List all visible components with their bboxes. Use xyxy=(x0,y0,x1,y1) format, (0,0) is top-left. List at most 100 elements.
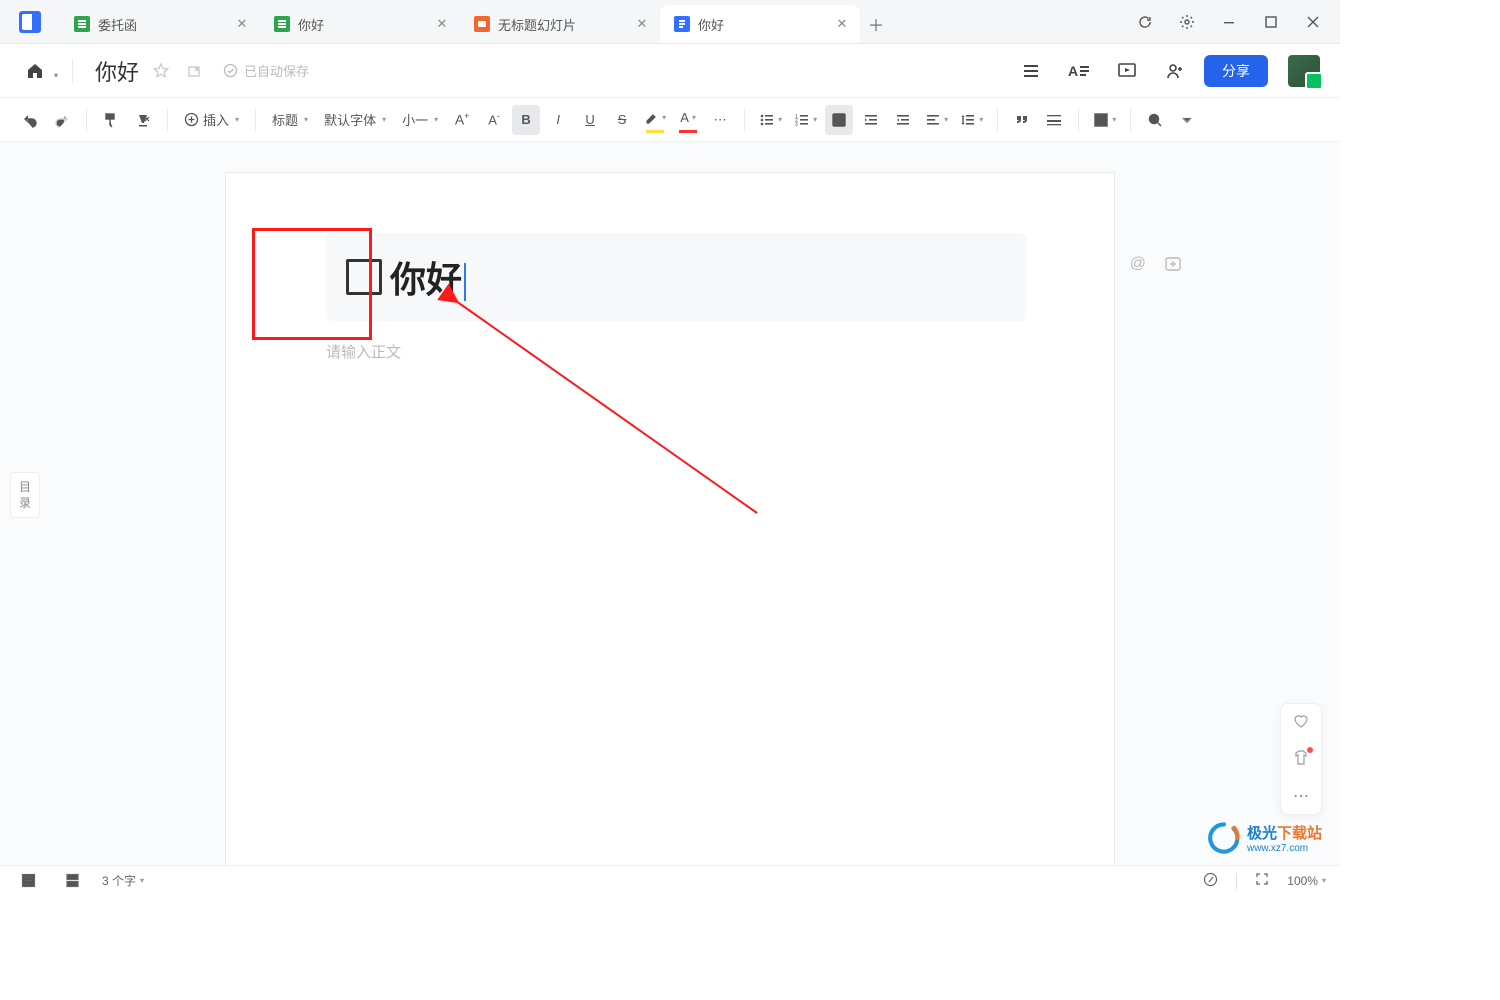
strikethrough-button[interactable]: S xyxy=(608,105,636,135)
outline-toggle[interactable] xyxy=(14,866,42,896)
text-cursor xyxy=(464,263,466,301)
presentation-icon[interactable] xyxy=(1108,52,1146,90)
fullscreen-icon[interactable] xyxy=(1255,872,1269,889)
divider xyxy=(1078,109,1079,131)
title-row[interactable]: 你好 xyxy=(326,233,1026,321)
star-icon[interactable] xyxy=(149,59,173,83)
minimize-icon[interactable] xyxy=(1212,7,1246,37)
tab-label: 无标题幻灯片 xyxy=(498,15,626,34)
highlight-swatch xyxy=(646,130,664,133)
close-icon[interactable]: ✕ xyxy=(834,16,850,32)
italic-button[interactable]: I xyxy=(544,105,572,135)
svg-text:3: 3 xyxy=(795,122,798,128)
more-format-button[interactable]: ⋯ xyxy=(706,105,734,135)
save-status: 已自动保存 xyxy=(223,61,309,80)
indent-button[interactable] xyxy=(889,105,917,135)
align-button[interactable] xyxy=(921,105,952,135)
fontsize-dropdown[interactable]: 小一 xyxy=(396,110,444,129)
toolbar: 插入 标题 默认字体 小一 A+ A- B I U S A ⋯ 123 xyxy=(0,98,1340,142)
divider xyxy=(167,109,168,131)
collapse-toolbar-button[interactable] xyxy=(1173,105,1201,135)
word-count[interactable]: 3 个字▾ xyxy=(102,872,144,889)
divider xyxy=(997,109,998,131)
move-icon[interactable] xyxy=(183,59,207,83)
page-mode-toggle[interactable] xyxy=(58,866,86,896)
user-avatar[interactable] xyxy=(1288,55,1320,87)
decrease-font-button[interactable]: A- xyxy=(480,105,508,135)
text-color-button[interactable]: A xyxy=(674,105,702,135)
title-text[interactable]: 你好 xyxy=(390,251,466,303)
tab-weituo[interactable]: 委托函 ✕ xyxy=(60,5,260,43)
like-icon[interactable] xyxy=(1292,712,1310,735)
status-bar: 3 个字▾ 100%▾ xyxy=(0,865,1340,895)
watermark-text: 极光下载站 xyxy=(1247,822,1322,843)
title-block: 你好 @ xyxy=(326,233,1114,321)
tabs-area: 委托函 ✕ 你好 ✕ 无标题幻灯片 ✕ 你好 ✕ ＋ xyxy=(60,0,1118,43)
format-painter-button[interactable] xyxy=(97,105,125,135)
heading-dropdown[interactable]: 标题 xyxy=(266,110,314,129)
share-button[interactable]: 分享 xyxy=(1204,55,1268,87)
divider xyxy=(255,109,256,131)
window-controls xyxy=(1118,0,1340,43)
tab-nihao-1[interactable]: 你好 ✕ xyxy=(260,5,460,43)
settings-icon[interactable] xyxy=(1170,7,1204,37)
bold-button[interactable]: B xyxy=(512,105,540,135)
doc-header: 你好 已自动保存 A 分享 xyxy=(0,44,1340,98)
add-block-icon[interactable] xyxy=(1164,255,1182,278)
refresh-icon[interactable] xyxy=(1128,7,1162,37)
home-button[interactable] xyxy=(20,56,50,86)
canvas-area: 目 录 你好 @ 请输入正文 ⋯ xyxy=(0,142,1340,865)
maximize-icon[interactable] xyxy=(1254,7,1288,37)
insert-dropdown[interactable]: 插入 xyxy=(178,110,245,129)
watermark-url: www.xz7.com xyxy=(1247,843,1322,854)
close-icon[interactable]: ✕ xyxy=(234,16,250,32)
sheet-icon xyxy=(74,16,90,32)
clear-format-button[interactable] xyxy=(129,105,157,135)
redo-button[interactable] xyxy=(48,105,76,135)
text-style-icon[interactable]: A xyxy=(1060,52,1098,90)
sheet-icon xyxy=(274,16,290,32)
doc-title[interactable]: 你好 xyxy=(95,55,139,87)
theme-icon[interactable] xyxy=(1292,749,1310,772)
undo-button[interactable] xyxy=(16,105,44,135)
float-panel: ⋯ xyxy=(1280,703,1322,815)
doc-icon xyxy=(674,16,690,32)
outdent-button[interactable] xyxy=(857,105,885,135)
divider xyxy=(744,109,745,131)
add-collaborator-icon[interactable] xyxy=(1156,52,1194,90)
app-logo xyxy=(0,11,60,33)
tab-slides[interactable]: 无标题幻灯片 ✕ xyxy=(460,5,660,43)
svg-text:A: A xyxy=(1068,63,1078,79)
numbered-list-button[interactable]: 123 xyxy=(790,105,821,135)
watermark: 极光下载站 www.xz7.com xyxy=(1207,821,1322,855)
help-icon[interactable] xyxy=(1203,872,1218,890)
increase-font-button[interactable]: A+ xyxy=(448,105,476,135)
close-window-icon[interactable] xyxy=(1296,7,1330,37)
zoom-level[interactable]: 100%▾ xyxy=(1287,874,1326,888)
close-icon[interactable]: ✕ xyxy=(434,16,450,32)
close-icon[interactable]: ✕ xyxy=(634,16,650,32)
checklist-button[interactable] xyxy=(825,105,853,135)
textcolor-swatch xyxy=(679,130,697,133)
font-dropdown[interactable]: 默认字体 xyxy=(318,110,392,129)
body-placeholder[interactable]: 请输入正文 xyxy=(326,341,1114,362)
menu-icon[interactable] xyxy=(1012,52,1050,90)
bullet-list-button[interactable] xyxy=(755,105,786,135)
quote-button[interactable] xyxy=(1008,105,1036,135)
line-spacing-button[interactable] xyxy=(956,105,987,135)
highlight-color-button[interactable] xyxy=(640,105,670,135)
underline-button[interactable]: U xyxy=(576,105,604,135)
watermark-logo-icon xyxy=(1207,821,1241,855)
save-status-text: 已自动保存 xyxy=(244,61,309,80)
more-icon[interactable]: ⋯ xyxy=(1293,786,1309,806)
hr-button[interactable] xyxy=(1040,105,1068,135)
outline-tab[interactable]: 目 录 xyxy=(10,472,40,518)
notification-dot xyxy=(1307,747,1313,753)
mention-icon[interactable]: @ xyxy=(1130,255,1146,278)
new-tab-button[interactable]: ＋ xyxy=(860,5,892,43)
layout-button[interactable] xyxy=(1089,105,1120,135)
search-button[interactable] xyxy=(1141,105,1169,135)
annotation-red-box xyxy=(252,228,372,340)
tab-nihao-active[interactable]: 你好 ✕ xyxy=(660,5,860,43)
document-page[interactable]: 你好 @ 请输入正文 xyxy=(225,172,1115,865)
